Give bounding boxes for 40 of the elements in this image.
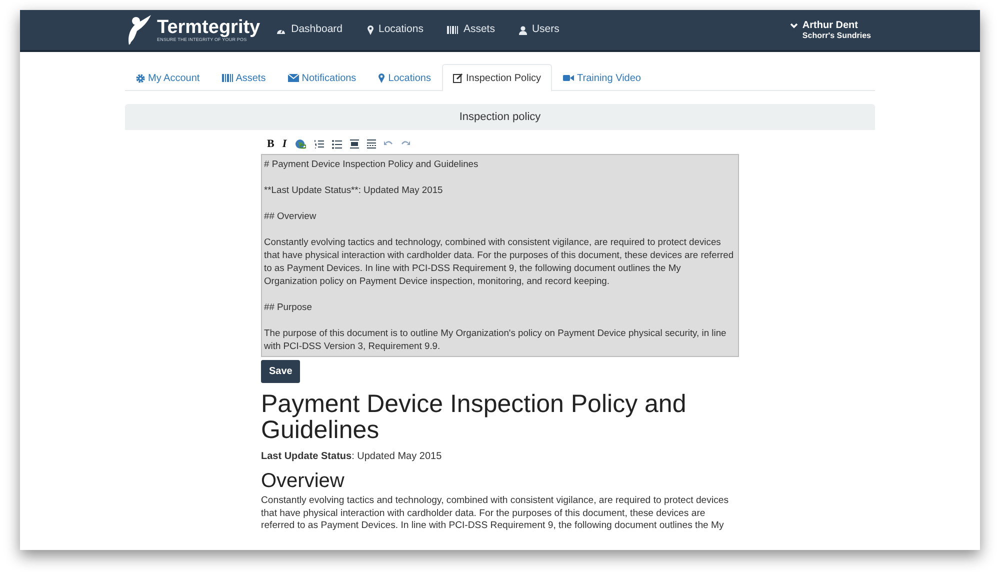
gear-icon xyxy=(136,74,145,82)
tab[interactable]: Notifications xyxy=(276,64,368,91)
bold-button[interactable]: B xyxy=(265,138,276,150)
user-menu[interactable]: Arthur Dent Schorr's Sundries xyxy=(790,20,871,40)
nav-link[interactable]: Locations xyxy=(366,22,424,38)
nav-link[interactable]: Assets xyxy=(447,22,495,38)
section-paragraph: Constantly evolving tactics and technology, combined with consistent vigilance, are required to protect devices that have physical interaction with cardholder data. For the purposes of this document, these devices are referred to as Payment Devices. In line with PCI-DSS Requirement 9, the following document outlines the My xyxy=(261,495,730,532)
italic-button[interactable]: I xyxy=(280,138,289,150)
redo-icon[interactable] xyxy=(400,140,410,148)
nav-link[interactable]: Users xyxy=(518,22,560,38)
section-heading: Overview xyxy=(261,470,346,492)
tab[interactable]: Assets xyxy=(210,64,277,91)
envelope-icon xyxy=(288,74,299,82)
status-line: Last Update Status: Updated May 2015 xyxy=(261,450,443,464)
nav-link[interactable]: Dashboard xyxy=(276,22,342,38)
horizontal-rule-icon[interactable] xyxy=(366,139,376,149)
brand-name: Termtegrity xyxy=(157,18,260,36)
undo-icon[interactable] xyxy=(384,140,393,148)
barcode-icon xyxy=(222,74,233,82)
globe-link-icon[interactable] xyxy=(294,138,306,150)
tab[interactable]: Locations xyxy=(367,64,442,91)
barcode-icon xyxy=(447,26,458,34)
document-title: Payment Device Inspection Policy and Guidelines xyxy=(261,391,688,443)
editor-field[interactable]: # Payment Device Inspection Policy and Guidelines **Last Update Status**: Updated May 2015 ## Overview Constantly evolving tactics and technology, combined with consistent vigilance, are required to protect devices that have physical interaction with cardholder data. For the purposes of this document, these devices are referred to as Payment Devices. In line with PCI-DSS Requirement 9, the following document outlines the My Organization policy on Payment Device inspection, monitoring, and record keeping. ## Purpose The purpose of this document is to outline My Organization's policy on Payment Device physical security, in line with PCI-DSS Version 3, Requirement 9.9. xyxy=(261,154,739,357)
tab[interactable]: Inspection Policy xyxy=(442,64,552,91)
ordered-list-icon[interactable] xyxy=(314,139,324,149)
video-camera-icon xyxy=(563,74,574,82)
user-name: Arthur Dent xyxy=(802,20,859,31)
heading-icon[interactable] xyxy=(350,139,359,149)
save-button[interactable]: Save xyxy=(261,360,300,383)
map-pin-icon xyxy=(366,25,374,35)
map-pin-icon xyxy=(378,73,386,83)
edit-icon xyxy=(453,73,463,83)
user-icon xyxy=(518,26,527,34)
chevron-down-icon xyxy=(790,23,798,29)
panel-title: Inspection policy xyxy=(459,110,541,125)
organization-name: Schorr's Sundries xyxy=(802,31,871,40)
tab[interactable]: Training Video xyxy=(552,64,652,91)
bullet-list-icon[interactable] xyxy=(332,140,342,148)
tab[interactable]: My Account xyxy=(125,64,211,91)
